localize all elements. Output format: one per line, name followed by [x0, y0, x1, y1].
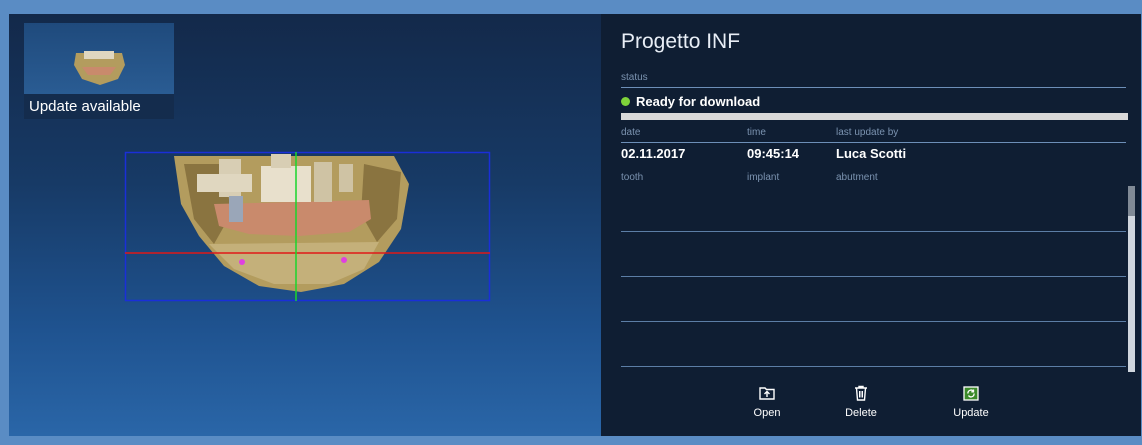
last-update-by-column-label: last update by [836, 127, 899, 138]
jaw-model [174, 154, 409, 292]
progress-fill [621, 113, 1128, 120]
time-value: 09:45:14 [747, 146, 800, 161]
status-divider [621, 87, 1126, 88]
folder-refresh-icon [963, 386, 979, 401]
info-divider [621, 142, 1126, 143]
delete-button[interactable]: Delete [831, 384, 891, 419]
abutment-header: abutment [836, 172, 878, 183]
download-progress-bar [621, 113, 1128, 120]
implant-header: implant [747, 172, 780, 183]
app-frame: Update available Progetto INF status Rea… [0, 0, 1142, 445]
status-value: Ready for download [636, 94, 761, 109]
open-button-label: Open [753, 407, 781, 419]
update-button-label: Update [953, 407, 989, 419]
open-button[interactable]: Open [737, 384, 797, 419]
list-row-divider [621, 231, 1126, 232]
list-row-divider [621, 321, 1126, 322]
status-dot-icon [621, 97, 630, 106]
thumbnail-image [24, 23, 174, 94]
trash-icon [855, 385, 867, 401]
status-row: Ready for download [621, 94, 760, 109]
status-label: status [621, 72, 648, 83]
date-value: 02.11.2017 [621, 146, 686, 161]
project-details-panel: Progetto INF status Ready for download d… [601, 14, 1141, 436]
folder-open-icon [759, 387, 775, 400]
project-thumbnail[interactable]: Update available [24, 23, 174, 119]
scrollbar-thumb[interactable] [1128, 186, 1135, 216]
update-available-label: Update available [24, 94, 174, 119]
update-button[interactable]: Update [941, 384, 1001, 419]
project-title: Progetto INF [621, 30, 741, 53]
last-update-by-value: Luca Scotti [836, 146, 907, 161]
time-column-label: time [747, 127, 766, 138]
viewer-panel: Update available [9, 14, 601, 436]
list-scrollbar[interactable] [1128, 186, 1135, 372]
implant-list[interactable] [621, 186, 1126, 372]
tooth-header: tooth [621, 172, 644, 183]
list-row-divider [621, 366, 1126, 367]
date-column-label: date [621, 127, 641, 138]
list-row-divider [621, 276, 1126, 277]
delete-button-label: Delete [845, 407, 877, 419]
